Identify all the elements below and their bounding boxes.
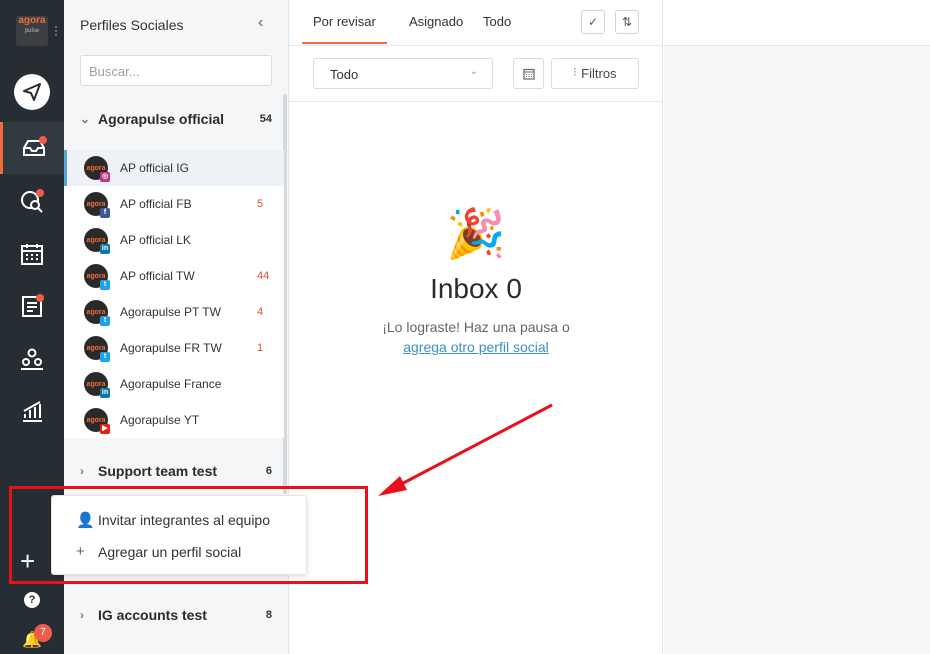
instagram-icon: ◎ [100, 172, 110, 182]
tab-por-revisar[interactable]: Por revisar [302, 14, 387, 44]
detail-header [664, 0, 930, 46]
annotation-arrow [378, 403, 553, 496]
calendar-nav[interactable] [0, 228, 64, 280]
panel-title: Perfiles Sociales [80, 17, 184, 33]
annotation-highlight-box [9, 486, 368, 584]
avatar: agora in [84, 228, 110, 254]
notification-badge: 7 [34, 624, 52, 642]
collapse-chevron-icon[interactable]: ‹ [258, 14, 263, 32]
avatar: agora f [84, 192, 110, 218]
empty-message: ¡Lo lograste! Haz una pausa o agrega otr… [382, 319, 570, 355]
avatar: agora t [84, 300, 110, 326]
chevron-right-icon: › [80, 608, 84, 622]
notification-dot [39, 136, 47, 144]
calendar-icon [522, 68, 535, 80]
twitter-icon: t [100, 280, 110, 290]
calendar-button[interactable] [513, 58, 544, 89]
linkedin-icon: in [100, 244, 110, 254]
profile-row[interactable]: agora t Agorapulse FR TW 1 [64, 330, 284, 366]
group-agorapulse-official[interactable]: ⌄ Agorapulse official 54 [80, 108, 272, 130]
more-icon[interactable]: · · · [54, 20, 58, 40]
help-icon[interactable]: ? [24, 592, 40, 608]
analytics-nav[interactable] [0, 385, 64, 437]
profile-row[interactable]: agora t AP official TW 44 [64, 258, 284, 294]
add-profile-link[interactable]: agrega otro perfil social [403, 339, 549, 355]
avatar: agora ◎ [84, 156, 110, 182]
sort-icon[interactable]: ⇅ [615, 10, 639, 34]
chart-icon [23, 401, 42, 422]
youtube-icon: ▶ [100, 424, 110, 434]
profile-row[interactable]: agora ◎ AP official IG [64, 150, 284, 186]
avatar: agora t [84, 336, 110, 362]
publish-nav[interactable] [0, 66, 64, 118]
profile-row[interactable]: agora f AP official FB 5 [64, 186, 284, 222]
profile-row[interactable]: agora t Agorapulse PT TW 4 [64, 294, 284, 330]
linkedin-icon: in [100, 388, 110, 398]
avatar: agora t [84, 264, 110, 290]
profile-row[interactable]: agora in AP official LK [64, 222, 284, 258]
facebook-icon: f [100, 208, 110, 218]
notification-dot [36, 294, 44, 302]
search-input[interactable]: Buscar... [80, 55, 272, 86]
profile-row[interactable]: agora ▶ Agorapulse YT [64, 402, 284, 438]
paper-plane-icon [14, 74, 50, 110]
empty-state: 🎉 Inbox 0 ¡Lo lograste! Haz una pausa o … [289, 205, 663, 357]
avatar: agora in [84, 372, 110, 398]
status-select[interactable]: Todo ⌄ [313, 58, 493, 89]
profile-row[interactable]: agora in Agorapulse France [64, 366, 284, 402]
sliders-icon: ⫶ [573, 67, 577, 79]
team-nav[interactable] [0, 333, 64, 385]
notification-dot [36, 189, 44, 197]
check-icon[interactable]: ✓ [581, 10, 605, 34]
filters-button[interactable]: ⫶ Filtros [551, 58, 639, 89]
chevron-down-icon: ⌄ [469, 66, 478, 77]
tab-asignado[interactable]: Asignado [409, 14, 463, 29]
agorapulse-logo[interactable]: agora pulse [16, 16, 48, 46]
tab-todo[interactable]: Todo [483, 14, 511, 29]
avatar: agora ▶ [84, 408, 110, 434]
listening-nav[interactable] [0, 175, 64, 227]
team-icon [21, 348, 43, 370]
inbox-nav[interactable] [0, 122, 64, 174]
group-ig-accounts-test[interactable]: › IG accounts test 8 [80, 604, 272, 626]
twitter-icon: t [100, 316, 110, 326]
calendar-icon [21, 244, 43, 265]
empty-title: Inbox 0 [430, 273, 522, 304]
party-popper-icon: 🎉 [446, 208, 506, 261]
twitter-icon: t [100, 352, 110, 362]
chevron-right-icon: › [80, 464, 84, 478]
profile-list: agora ◎ AP official IG agora f AP official… [64, 150, 284, 438]
group-support-team-test[interactable]: › Support team test 6 [80, 460, 272, 482]
filter-bar: Todo ⌄ ⫶ Filtros [289, 46, 662, 102]
detail-pane [664, 0, 930, 654]
reports-nav[interactable] [0, 280, 64, 332]
inbox-tabs: Por revisar Asignado Todo ✓ ⇅ [289, 0, 662, 46]
chevron-down-icon: ⌄ [80, 112, 91, 126]
